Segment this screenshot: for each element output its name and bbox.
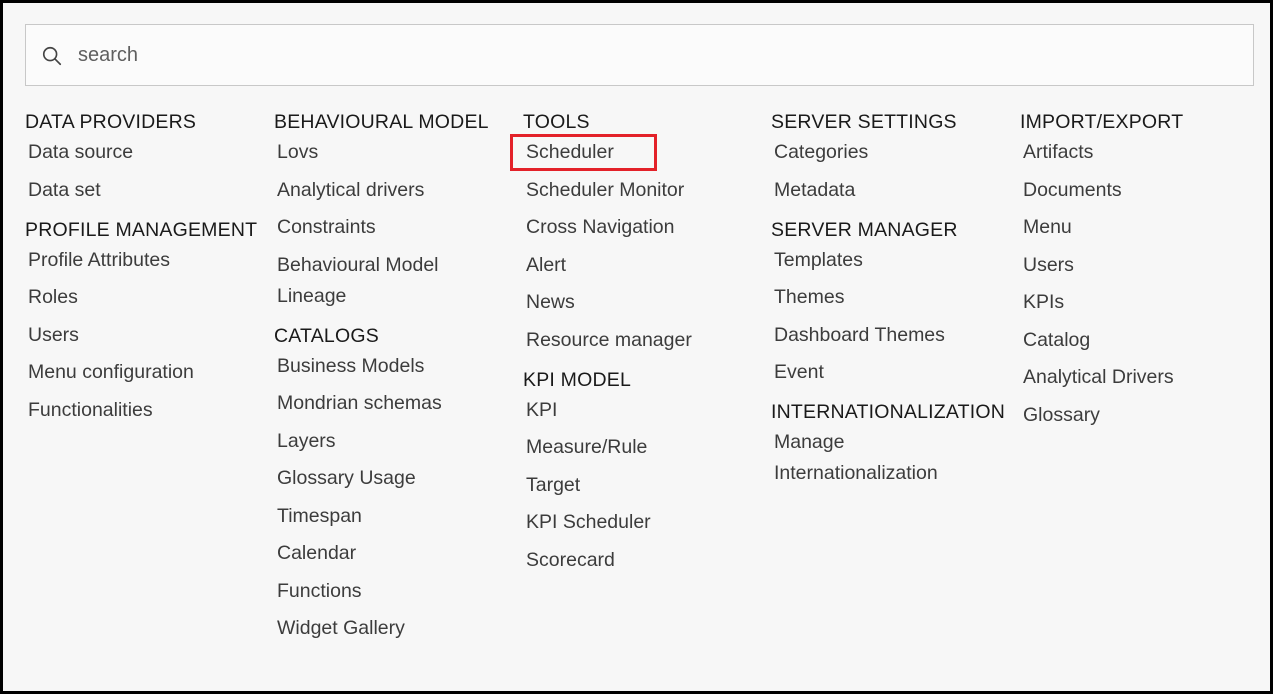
menu-item-dashboard-themes[interactable]: Dashboard Themes bbox=[771, 320, 1016, 351]
group-title: SERVER SETTINGS bbox=[771, 111, 957, 133]
group-catalogs: CATALOGS Business Models Mondrian schema… bbox=[274, 321, 519, 645]
menu-item-alert[interactable]: Alert bbox=[523, 250, 768, 281]
menu-item-layers[interactable]: Layers bbox=[274, 426, 519, 457]
menu-item-roles[interactable]: Roles bbox=[25, 282, 270, 313]
group-server-settings: SERVER SETTINGS Categories Metadata bbox=[771, 107, 1016, 206]
group-title: TOOLS bbox=[523, 111, 590, 133]
menu-item-users[interactable]: Users bbox=[1020, 250, 1265, 281]
menu-item-widget-gallery[interactable]: Widget Gallery bbox=[274, 613, 519, 644]
group-title: IMPORT/EXPORT bbox=[1020, 111, 1184, 133]
group-server-manager: SERVER MANAGER Templates Themes Dashboar… bbox=[771, 215, 1016, 389]
group-title: SERVER MANAGER bbox=[771, 218, 958, 241]
group-title: DATA PROVIDERS bbox=[25, 111, 197, 133]
menu-item-scheduler-monitor[interactable]: Scheduler Monitor bbox=[523, 175, 768, 206]
menu-item-functionalities[interactable]: Functionalities bbox=[25, 395, 270, 426]
menu-item-categories[interactable]: Categories bbox=[771, 137, 1016, 168]
group-profile-management: PROFILE MANAGEMENT Profile Attributes Ro… bbox=[25, 215, 270, 426]
group-import-export: IMPORT/EXPORT Artifacts Documents Menu U… bbox=[1020, 107, 1265, 431]
menu-item-metadata[interactable]: Metadata bbox=[771, 175, 1016, 206]
group-title: PROFILE MANAGEMENT bbox=[25, 218, 258, 241]
menu-item-functions[interactable]: Functions bbox=[274, 576, 519, 607]
menu-item-menu[interactable]: Menu bbox=[1020, 212, 1265, 243]
menu-item-measure-rule[interactable]: Measure/Rule bbox=[523, 432, 768, 463]
search-input[interactable] bbox=[78, 39, 1178, 71]
menu-column-2: BEHAVIOURAL MODEL Lovs Analytical driver… bbox=[274, 107, 519, 653]
search-icon bbox=[42, 46, 62, 66]
menu-panel: DATA PROVIDERS Data source Data set PROF… bbox=[0, 0, 1273, 694]
group-data-providers: DATA PROVIDERS Data source Data set bbox=[25, 107, 270, 206]
menu-item-timespan[interactable]: Timespan bbox=[274, 501, 519, 532]
menu-item-themes[interactable]: Themes bbox=[771, 282, 1016, 313]
menu-item-menu-configuration[interactable]: Menu configuration bbox=[25, 357, 270, 388]
menu-item-cross-navigation[interactable]: Cross Navigation bbox=[523, 212, 768, 243]
menu-item-target[interactable]: Target bbox=[523, 470, 768, 501]
menu-item-templates[interactable]: Templates bbox=[771, 245, 1016, 276]
group-title: KPI MODEL bbox=[523, 368, 631, 391]
group-title: CATALOGS bbox=[274, 324, 379, 347]
menu-item-documents[interactable]: Documents bbox=[1020, 175, 1265, 206]
menu-item-resource-manager[interactable]: Resource manager bbox=[523, 325, 768, 356]
group-title: INTERNATIONALIZATION bbox=[771, 401, 1006, 423]
menu-item-data-source[interactable]: Data source bbox=[25, 137, 270, 168]
menu-item-scheduler[interactable]: Scheduler bbox=[510, 134, 657, 171]
menu-item-kpi[interactable]: KPI bbox=[523, 395, 768, 426]
menu-item-glossary[interactable]: Glossary bbox=[1020, 400, 1265, 431]
menu-item-catalog[interactable]: Catalog bbox=[1020, 325, 1265, 356]
group-title: BEHAVIOURAL MODEL bbox=[274, 111, 489, 133]
menu-item-constraints[interactable]: Constraints bbox=[274, 212, 519, 243]
menu-item-calendar[interactable]: Calendar bbox=[274, 538, 519, 569]
menu-item-lovs[interactable]: Lovs bbox=[274, 137, 519, 168]
menu-column-5: IMPORT/EXPORT Artifacts Documents Menu U… bbox=[1020, 107, 1265, 440]
group-tools: TOOLS Scheduler Scheduler Monitor Cross … bbox=[510, 107, 768, 356]
group-behavioural-model: BEHAVIOURAL MODEL Lovs Analytical driver… bbox=[274, 107, 519, 312]
menu-item-artifacts[interactable]: Artifacts bbox=[1020, 137, 1265, 168]
menu-column-4: SERVER SETTINGS Categories Metadata SERV… bbox=[771, 107, 1016, 498]
menu-item-kpi-scheduler[interactable]: KPI Scheduler bbox=[523, 507, 768, 538]
menu-column-1: DATA PROVIDERS Data source Data set PROF… bbox=[25, 107, 270, 435]
menu-item-scorecard[interactable]: Scorecard bbox=[523, 545, 768, 576]
group-internationalization: INTERNATIONALIZATION Manage Internationa… bbox=[771, 397, 1016, 489]
menu-item-event[interactable]: Event bbox=[771, 357, 1016, 388]
menu-item-kpis[interactable]: KPIs bbox=[1020, 287, 1265, 318]
menu-item-news[interactable]: News bbox=[523, 287, 768, 318]
menu-item-analytical-drivers[interactable]: Analytical Drivers bbox=[1020, 362, 1265, 393]
search-box[interactable] bbox=[25, 24, 1254, 86]
menu-item-data-set[interactable]: Data set bbox=[25, 175, 270, 206]
menu-item-business-models[interactable]: Business Models bbox=[274, 351, 519, 382]
menu-column-3: TOOLS Scheduler Scheduler Monitor Cross … bbox=[510, 107, 768, 585]
group-kpi-model: KPI MODEL KPI Measure/Rule Target KPI Sc… bbox=[523, 365, 768, 576]
menu-item-behavioural-model-lineage[interactable]: Behavioural Model Lineage bbox=[274, 250, 477, 312]
menu-item-glossary-usage[interactable]: Glossary Usage bbox=[274, 463, 519, 494]
menu-item-analytical-drivers[interactable]: Analytical drivers bbox=[274, 175, 519, 206]
menu-item-users[interactable]: Users bbox=[25, 320, 270, 351]
menu-item-profile-attributes[interactable]: Profile Attributes bbox=[25, 245, 270, 276]
menu-item-mondrian-schemas[interactable]: Mondrian schemas bbox=[274, 388, 519, 419]
menu-item-manage-internationalization[interactable]: Manage Internationalization bbox=[771, 427, 974, 489]
